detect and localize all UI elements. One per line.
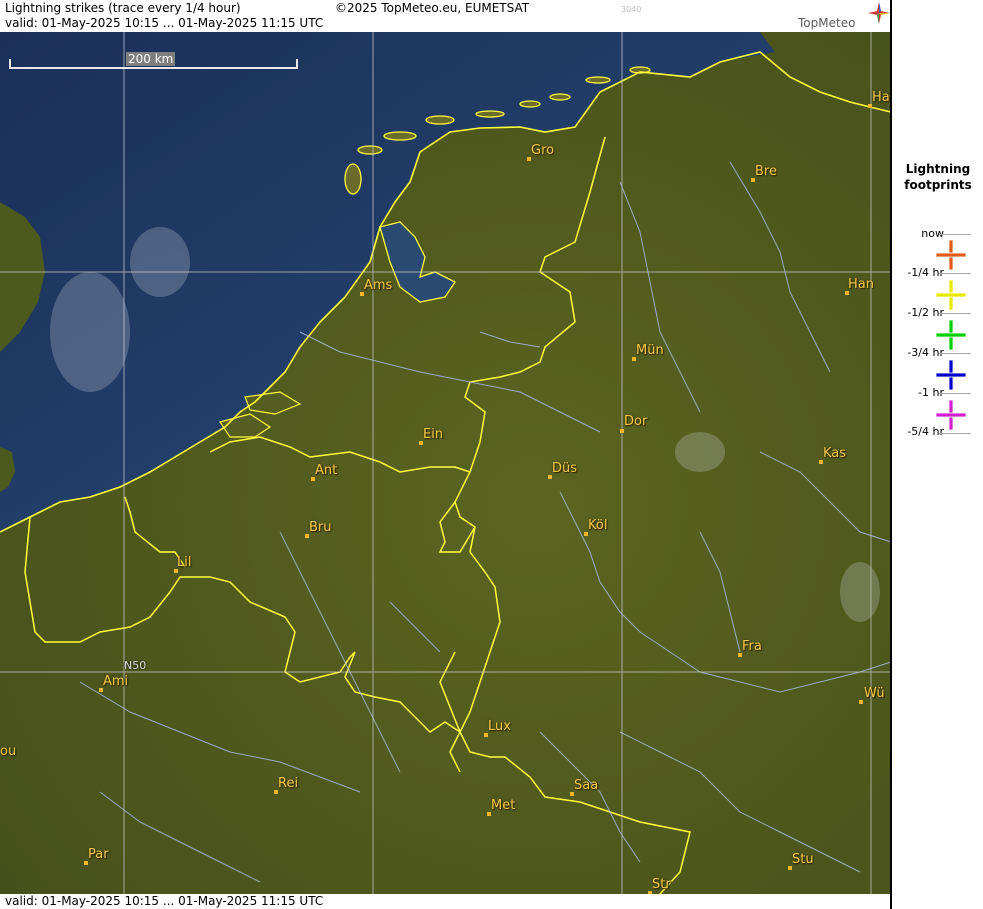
city-label[interactable]: ou: [0, 744, 16, 759]
city-label[interactable]: Rei: [278, 776, 298, 791]
city-label[interactable]: Köl: [588, 518, 607, 533]
city-label[interactable]: Mün: [636, 343, 664, 358]
map-title: Lightning strikes (trace every 1/4 hour): [5, 1, 241, 15]
map-code: 3040: [621, 5, 642, 14]
city-label[interactable]: Düs: [552, 461, 577, 476]
legend-divider: [939, 393, 971, 394]
city-label[interactable]: Lux: [488, 719, 511, 734]
city-label[interactable]: Str: [652, 877, 671, 892]
legend-label: -5/4 hr: [907, 425, 944, 438]
satellite-map[interactable]: 200 km N50 Gro Bre Ha Ams Han Mün Dor Ei…: [0, 32, 891, 894]
valid-time-footer: valid: 01-May-2025 10:15 ... 01-May-2025…: [5, 894, 324, 908]
city-label[interactable]: Gro: [531, 143, 554, 158]
map-footer: valid: 01-May-2025 10:15 ... 01-May-2025…: [0, 894, 891, 909]
city-label[interactable]: Lil: [177, 555, 191, 570]
legend-item-half: -1/2 hr: [892, 305, 983, 351]
legend-title-line1: Lightning: [905, 162, 971, 176]
legend-divider: [939, 313, 971, 314]
city-label[interactable]: Ein: [423, 427, 443, 442]
map-header: Lightning strikes (trace every 1/4 hour)…: [0, 0, 891, 32]
legend-divider: [939, 433, 971, 434]
city-label[interactable]: Stu: [792, 852, 814, 867]
legend-item-three-quarter: -3/4 hr: [892, 345, 983, 391]
city-label[interactable]: Ams: [364, 278, 392, 293]
legend-divider: [939, 273, 971, 274]
city-label[interactable]: Ant: [315, 463, 337, 478]
scale-label: 200 km: [126, 52, 176, 66]
city-dot: [859, 700, 863, 704]
city-dot: [620, 429, 624, 433]
city-label[interactable]: Kas: [823, 446, 846, 461]
legend-divider: [939, 234, 971, 235]
legend-title-line2: footprints: [904, 178, 972, 192]
legend-item-one-hour: -1 hr: [892, 385, 983, 431]
legend-panel: Lightning footprints now -1/4 hr -1/2 hr…: [891, 0, 983, 909]
city-label[interactable]: Ha: [872, 90, 890, 105]
city-label[interactable]: Par: [88, 847, 109, 862]
valid-time-header: valid: 01-May-2025 10:15 ... 01-May-2025…: [5, 16, 324, 30]
legend-item-quarter: -1/4 hr: [892, 265, 983, 311]
latitude-label: N50: [124, 659, 147, 672]
city-label[interactable]: Bre: [755, 164, 777, 179]
map-layers: [0, 32, 891, 894]
city-label[interactable]: Wü: [864, 686, 885, 701]
city-label[interactable]: Han: [848, 277, 874, 292]
copyright-text: ©2025 TopMeteo.eu, EUMETSAT: [335, 1, 530, 15]
brand-name: TopMeteo: [798, 16, 856, 30]
frame-divider: [890, 0, 891, 909]
compass-star-logo-icon: [868, 2, 890, 24]
legend-item-five-quarter: -5/4 hr: [892, 425, 983, 465]
legend-item-now: now: [892, 225, 983, 271]
legend-divider: [939, 353, 971, 354]
city-label[interactable]: Saa: [574, 778, 598, 793]
city-label[interactable]: Dor: [624, 414, 647, 429]
legend-title: Lightning footprints: [892, 161, 983, 193]
city-label[interactable]: Fra: [742, 639, 762, 654]
city-label[interactable]: Ami: [103, 674, 128, 689]
city-label[interactable]: Met: [491, 798, 515, 813]
city-label[interactable]: Bru: [309, 520, 332, 535]
